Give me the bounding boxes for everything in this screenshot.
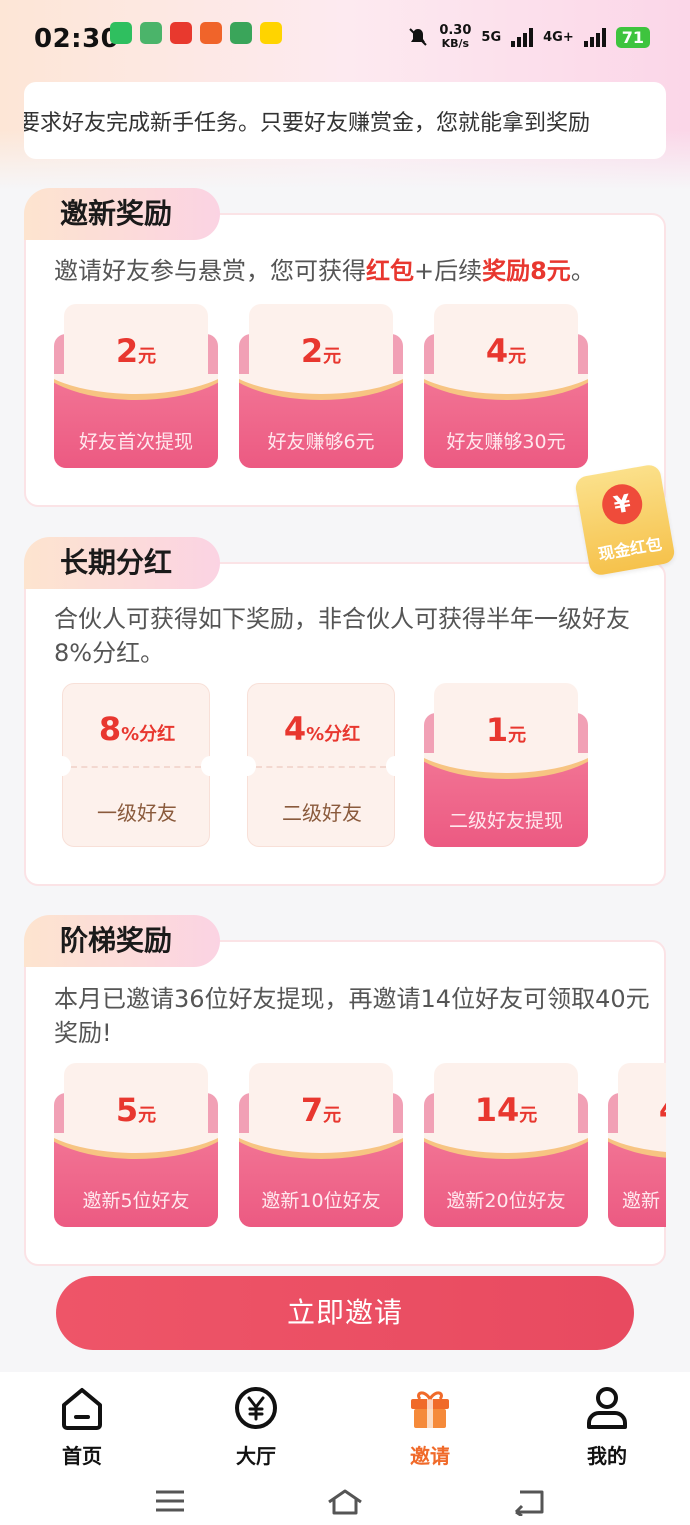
user-icon <box>587 1387 627 1429</box>
home-system-icon[interactable] <box>326 1488 364 1516</box>
nav-hall[interactable]: 大厅 <box>196 1382 316 1469</box>
network-type-5g: 5G <box>481 29 502 45</box>
reward-tile-label: 邀新10位好友 <box>261 1190 381 1212</box>
reward-tile-label: 邀新5位好友 <box>82 1190 190 1212</box>
mute-bell-icon <box>409 28 428 46</box>
status-app-icons <box>110 22 282 44</box>
reward-tile-label: 二级好友提现 <box>448 810 563 832</box>
cash-red-packet-badge[interactable]: ¥ 现金红包 <box>573 463 677 577</box>
invite-reward-desc: 邀请好友参与悬赏，您可获得红包+后续奖励8元。 <box>54 257 595 285</box>
menu-icon[interactable] <box>154 1488 186 1514</box>
yuan-coin-icon: ¥ <box>599 481 646 528</box>
nav-invite[interactable]: 邀请 <box>370 1382 490 1469</box>
notice-banner: 要求好友完成新手任务。只要好友赚赏金，您就能拿到奖励 <box>24 82 666 159</box>
reward-tile-clip: 4 邀新 <box>608 1063 666 1233</box>
phone-app-icon <box>110 22 132 44</box>
nav-mine[interactable]: 我的 <box>547 1382 667 1469</box>
app-icon <box>170 22 192 44</box>
home-icon <box>62 1388 102 1430</box>
reward-tile-label: 邀新20位好友 <box>446 1190 566 1212</box>
reward-tile[interactable]: 5元 邀新5位好友 <box>54 1063 218 1227</box>
reward-tile-label: 好友赚够6元 <box>267 431 375 453</box>
meituan-app-icon <box>260 22 282 44</box>
invite-now-button[interactable]: 立即邀请 <box>56 1276 634 1350</box>
network-speed: 0.30 KB/s <box>439 23 472 50</box>
notice-text: 要求好友完成新手任务。只要好友赚赏金，您就能拿到奖励 <box>24 110 591 136</box>
system-navigation-bar <box>0 1480 690 1525</box>
network-type-4g: 4G+ <box>543 29 574 45</box>
nav-home[interactable]: 首页 <box>22 1382 142 1469</box>
status-time: 02:30 <box>34 24 120 54</box>
long-term-dividend-desc: 合伙人可获得如下奖励，非合伙人可获得半年一级好友8%分红。 <box>54 605 630 667</box>
reward-tile[interactable]: 1元 二级好友提现 <box>424 683 588 847</box>
app-icon <box>230 22 252 44</box>
reward-tile[interactable]: 14元 邀新20位好友 <box>424 1063 588 1227</box>
invite-reward-title: 邀新奖励 <box>24 188 220 240</box>
status-bar: 02:30 0.30 KB/s 5G 4G+ 71 <box>0 0 690 72</box>
tier-reward-desc: 本月已邀请36位好友提现，再邀请14位好友可领取40元奖励! <box>54 985 650 1047</box>
signal-bars-icon <box>511 27 534 47</box>
gift-icon <box>411 1391 449 1428</box>
yuan-circle-icon <box>235 1387 277 1429</box>
reward-tile[interactable]: 4 邀新 <box>608 1063 666 1227</box>
long-term-dividend-title: 长期分红 <box>24 537 220 589</box>
tier-reward-title: 阶梯奖励 <box>24 915 220 967</box>
status-indicators: 0.30 KB/s 5G 4G+ 71 <box>407 24 650 50</box>
reward-tile[interactable]: 7元 邀新10位好友 <box>239 1063 403 1227</box>
back-icon[interactable] <box>512 1488 546 1516</box>
reward-tile[interactable]: 2元 好友赚够6元 <box>239 304 403 468</box>
app-icon <box>140 22 162 44</box>
reward-tile-label: 好友赚够30元 <box>446 431 566 453</box>
app-icon <box>200 22 222 44</box>
battery-indicator: 71 <box>615 26 650 48</box>
reward-tile-label: 好友首次提现 <box>78 431 193 453</box>
signal-bars-icon <box>583 27 606 47</box>
dividend-coupon: 4%分红 二级好友 <box>238 683 404 847</box>
reward-tile[interactable]: 2元 好友首次提现 <box>54 304 218 468</box>
dividend-coupon: 8%分红 一级好友 <box>53 683 219 847</box>
reward-tile-label: 邀新 <box>622 1190 661 1212</box>
reward-tile[interactable]: 4元 好友赚够30元 <box>424 304 588 468</box>
